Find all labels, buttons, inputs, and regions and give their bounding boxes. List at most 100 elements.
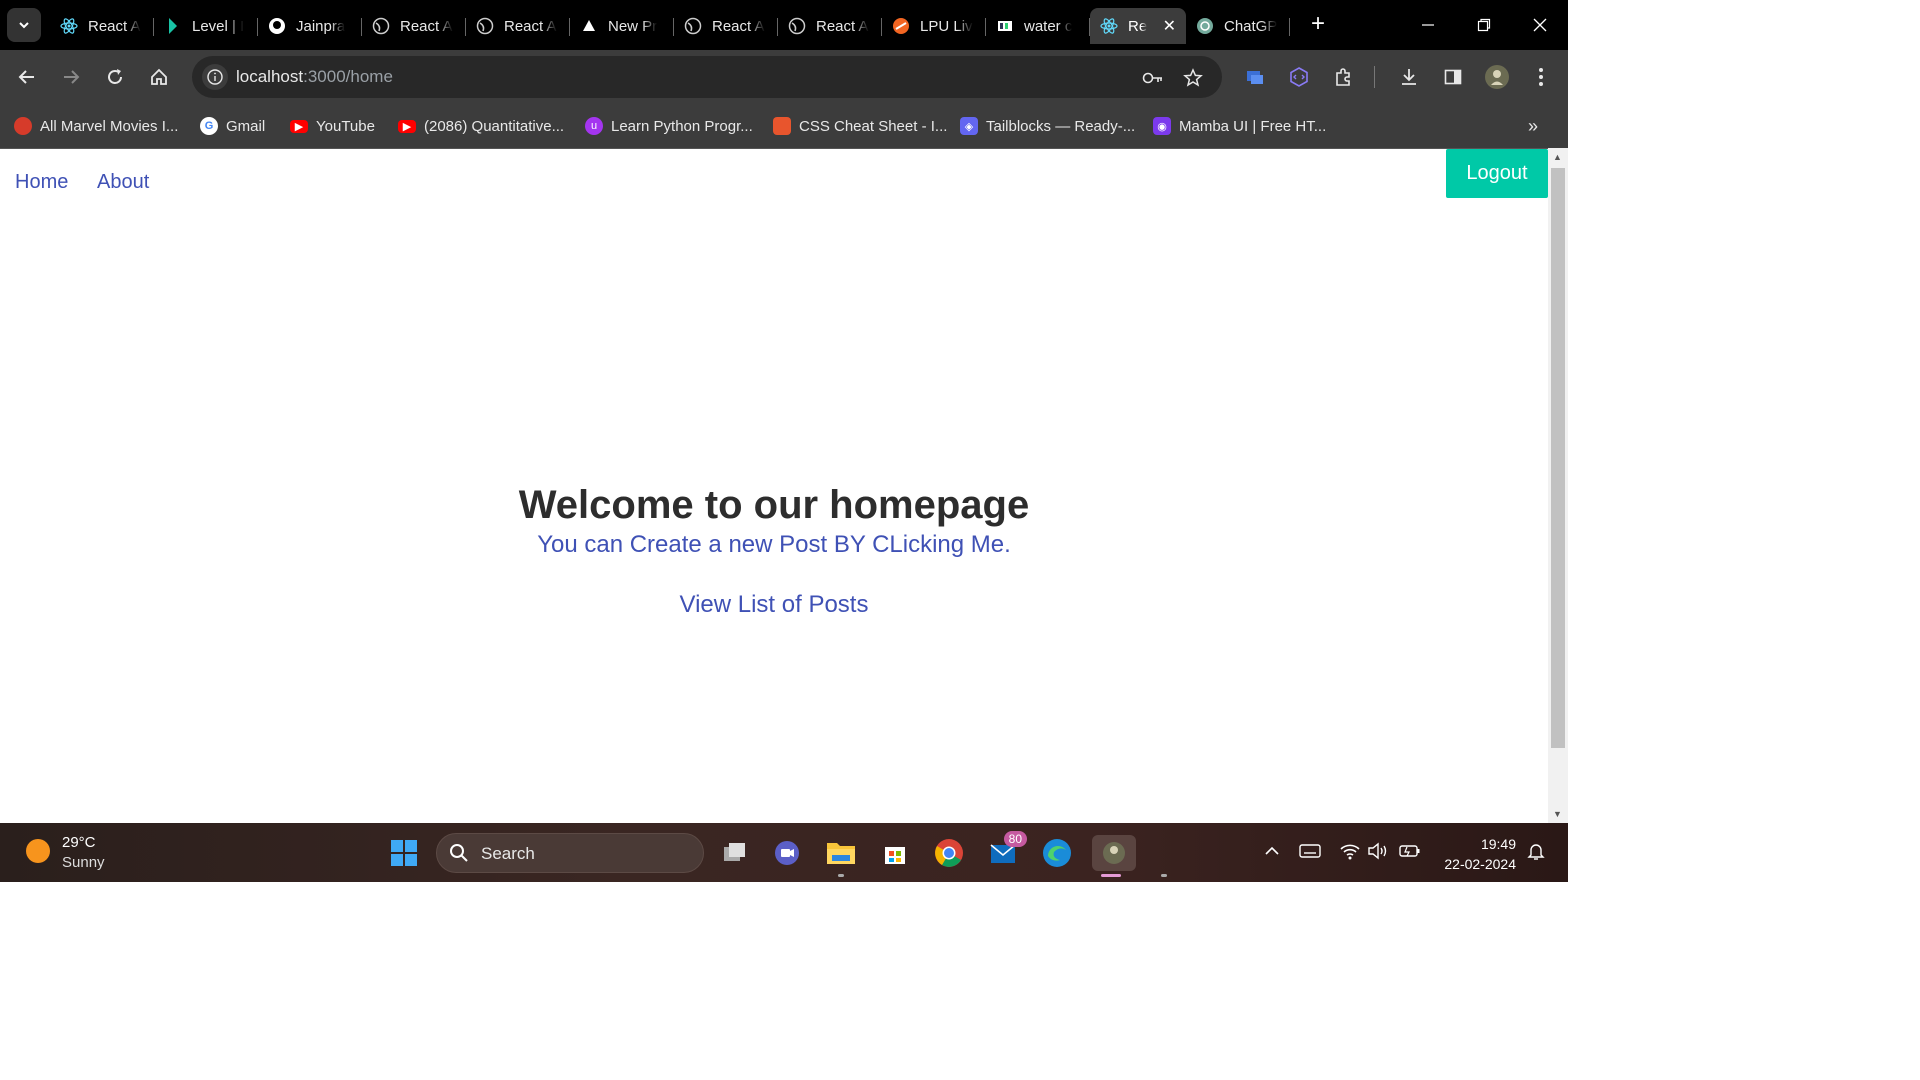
bookmark-item[interactable]: u Learn Python Progr...	[585, 114, 753, 138]
battery-icon[interactable]	[1398, 839, 1422, 863]
tab[interactable]: React A	[778, 8, 882, 44]
windows-icon	[391, 840, 417, 866]
mail-badge: 80	[1003, 831, 1027, 847]
arrow-left-icon	[18, 70, 34, 84]
extension-screen-icon[interactable]	[1240, 62, 1270, 92]
reload-button[interactable]	[100, 62, 130, 92]
windows-taskbar: 29°C Sunny Search 80 19:49 22-02-2024	[0, 823, 1568, 882]
tab[interactable]: React A	[50, 8, 154, 44]
tab[interactable]: React A	[466, 8, 570, 44]
task-view-icon[interactable]	[716, 835, 752, 871]
youtube-icon: ▶	[398, 119, 416, 133]
keyboard-icon[interactable]	[1298, 839, 1322, 863]
bookmark-item[interactable]: G Gmail	[200, 114, 265, 138]
tab[interactable]: React A	[362, 8, 466, 44]
create-post-link[interactable]: You can Create a new Post BY CLicking Me…	[0, 531, 1548, 559]
bookmark-item[interactable]: ◉ Mamba UI | Free HT...	[1153, 114, 1326, 138]
tab-active[interactable]: Re ✕	[1090, 8, 1186, 44]
page-scrollbar[interactable]: ▲ ▼	[1548, 148, 1568, 823]
react-icon	[60, 17, 78, 35]
password-key-icon[interactable]	[1142, 67, 1164, 89]
tomato-icon	[14, 117, 32, 135]
bookmark-item[interactable]: ▶ (2086) Quantitative...	[398, 114, 564, 138]
file-explorer-icon[interactable]	[823, 835, 859, 871]
bookmark-item[interactable]: ◈ Tailblocks — Ready-...	[960, 114, 1135, 138]
close-window-button[interactable]	[1512, 0, 1568, 50]
side-panel-icon[interactable]	[1438, 62, 1468, 92]
chrome-profile-window[interactable]	[1092, 835, 1136, 871]
restore-button[interactable]	[1456, 0, 1512, 50]
forward-button[interactable]	[56, 62, 86, 92]
bookmarks-overflow-icon[interactable]: »	[1528, 116, 1538, 137]
bookmark-label: Gmail	[226, 117, 266, 135]
mail-icon[interactable]: 80	[985, 831, 1027, 871]
view-posts-link[interactable]: View List of Posts	[0, 591, 1548, 619]
wifi-icon[interactable]	[1338, 839, 1362, 863]
chrome-icon[interactable]	[931, 835, 967, 871]
scroll-down-icon[interactable]: ▼	[1553, 809, 1562, 819]
tab[interactable]: water c	[986, 8, 1090, 44]
tab-title: React A	[88, 17, 141, 35]
chatgpt-icon	[1196, 17, 1214, 35]
sun-icon[interactable]	[26, 839, 50, 863]
tab-search-button[interactable]	[7, 8, 41, 42]
bookmark-star-icon[interactable]	[1182, 67, 1204, 89]
bookmark-item[interactable]: All Marvel Movies I...	[14, 114, 178, 138]
bookmark-item[interactable]: CSS Cheat Sheet - I...	[773, 114, 947, 138]
hackerearth-icon	[996, 17, 1014, 35]
chevron-up-icon[interactable]	[1260, 839, 1284, 863]
url-host: localhost	[236, 67, 304, 86]
tab-title: Level | I	[192, 17, 245, 35]
back-button[interactable]	[12, 62, 42, 92]
tab[interactable]: Jainpra	[258, 8, 362, 44]
extension-devtools-icon[interactable]	[1284, 62, 1314, 92]
microsoft-store-icon[interactable]	[877, 835, 913, 871]
extensions-puzzle-icon[interactable]	[1328, 62, 1358, 92]
arrow-right-icon	[64, 70, 80, 84]
menu-kebab-icon[interactable]	[1526, 62, 1556, 92]
profile-avatar[interactable]	[1482, 62, 1512, 92]
nav-about-link[interactable]: About	[97, 171, 149, 194]
nav-home-link[interactable]: Home	[15, 171, 68, 194]
restore-icon	[1477, 18, 1491, 32]
edge-icon[interactable]	[1039, 835, 1075, 871]
weather-condition[interactable]: Sunny	[62, 854, 105, 871]
page-content: Home About Logout Welcome to our homepag…	[0, 148, 1548, 824]
weather-temperature[interactable]: 29°C	[62, 834, 96, 851]
toolbar-divider	[1374, 66, 1375, 88]
downloads-icon[interactable]	[1394, 62, 1424, 92]
tab[interactable]: LPU Liv	[882, 8, 986, 44]
minimize-button[interactable]	[1400, 0, 1456, 50]
system-clock[interactable]: 19:49 22-02-2024	[1436, 834, 1516, 874]
site-info-icon[interactable]	[202, 64, 228, 90]
bookmark-label: Learn Python Progr...	[611, 117, 753, 135]
notifications-icon[interactable]	[1524, 839, 1548, 863]
address-bar[interactable]: localhost:3000/home	[192, 56, 1222, 98]
close-icon[interactable]: ✕	[1163, 16, 1176, 36]
tab[interactable]: Level | I	[154, 8, 258, 44]
volume-icon[interactable]	[1366, 839, 1390, 863]
scroll-thumb[interactable]	[1551, 168, 1565, 748]
react-icon	[1100, 17, 1118, 35]
lpu-icon	[892, 17, 910, 35]
bookmark-item[interactable]: ▶ YouTube	[290, 114, 375, 138]
logout-button[interactable]: Logout	[1446, 149, 1548, 198]
teams-chat-icon[interactable]	[769, 835, 805, 871]
tab[interactable]: New Pr	[570, 8, 674, 44]
minimize-icon	[1422, 24, 1434, 26]
tab-title: React A	[816, 17, 869, 35]
globe-icon	[788, 17, 806, 35]
clock-time: 19:49	[1480, 836, 1516, 852]
new-tab-button[interactable]: +	[1304, 10, 1332, 38]
tab[interactable]: React A	[674, 8, 778, 44]
start-button[interactable]	[386, 835, 422, 871]
globe-icon	[684, 17, 702, 35]
scroll-up-icon[interactable]: ▲	[1553, 152, 1562, 162]
youtube-icon: ▶	[290, 119, 308, 133]
tab[interactable]: ChatGP	[1186, 8, 1290, 44]
taskbar-search[interactable]: Search	[436, 833, 704, 873]
reload-icon	[108, 69, 122, 84]
css-icon	[773, 117, 791, 135]
url-text: localhost:3000/home	[236, 67, 393, 87]
home-button[interactable]	[144, 62, 174, 92]
